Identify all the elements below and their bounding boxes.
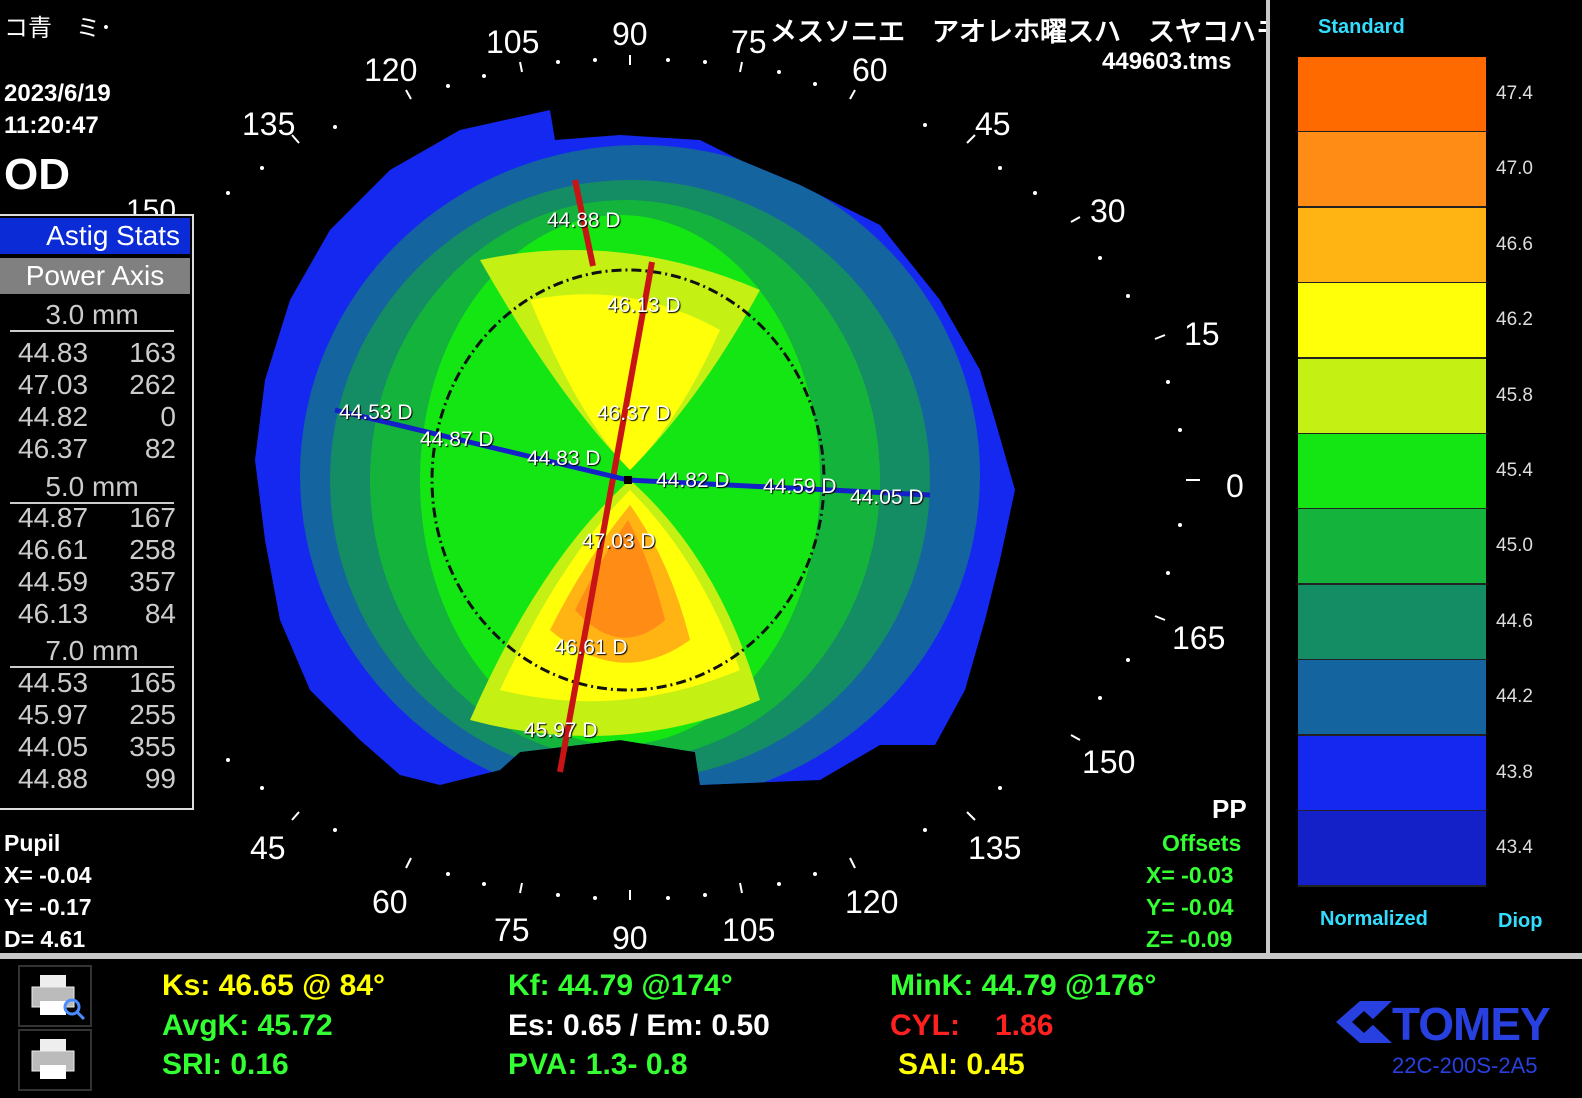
angle-label: 90 xyxy=(612,920,648,955)
scale-swatch xyxy=(1298,358,1486,435)
ks-index: Ks: 46.65 @ 84° xyxy=(162,969,386,1002)
kf-index: Kf: 44.79 @174° xyxy=(508,969,733,1002)
brand-name: TOMEY xyxy=(1392,998,1551,1050)
scale-swatch xyxy=(1298,57,1486,133)
angle-label: 135 xyxy=(968,830,1022,866)
angle-label: 60 xyxy=(852,52,888,88)
astig-stats-panel: Astig Stats Power Axis 3.0 mm 44.83 163 4… xyxy=(0,214,194,810)
pp-z: Z= -0.09 xyxy=(1146,926,1233,952)
scale-swatch xyxy=(1298,811,1486,887)
sri-index: SRI: 0.16 xyxy=(162,1048,289,1081)
scale-value: 45.0 xyxy=(1496,535,1533,557)
print-button[interactable] xyxy=(18,1029,92,1091)
es-em-index: Es: 0.65 / Em: 0.50 xyxy=(508,1009,770,1042)
color-map-regions xyxy=(255,110,1015,785)
scale-diop-label[interactable]: Diop xyxy=(1498,910,1542,933)
power-label: 46.61 D xyxy=(554,636,628,659)
angle-label: 135 xyxy=(242,106,296,142)
pp-y: Y= -0.04 xyxy=(1146,894,1234,920)
scale-value: 43.8 xyxy=(1496,761,1533,783)
angle-label: 120 xyxy=(364,52,418,88)
pupil-title: Pupil xyxy=(4,830,61,856)
tomey-logo: TOMEY xyxy=(1330,997,1560,1050)
power-label: 47.03 D xyxy=(582,530,656,553)
angle-label: 15 xyxy=(1184,316,1220,352)
pupil-d: D= 4.61 xyxy=(4,926,86,952)
angle-label: 105 xyxy=(486,24,540,60)
device-model: 22C-200S-2A5 xyxy=(1392,1053,1538,1078)
scale-swatch xyxy=(1298,660,1486,737)
scale-swatch xyxy=(1298,434,1486,510)
scale-swatch xyxy=(1298,735,1486,812)
scale-value: 45.4 xyxy=(1496,460,1533,481)
angle-label: 60 xyxy=(372,884,408,920)
scale-normalized-label[interactable]: Normalized xyxy=(1320,908,1428,931)
pupil-x: X= -0.04 xyxy=(4,862,92,888)
scale-value: 47.0 xyxy=(1496,158,1533,180)
angle-label: 75 xyxy=(494,912,530,948)
scale-value: 44.6 xyxy=(1496,610,1533,632)
angle-label: 105 xyxy=(722,912,776,948)
printer-icon xyxy=(31,1039,75,1079)
cyl-value: 1.86 xyxy=(995,1009,1054,1042)
power-label: 46.37 D xyxy=(597,402,671,425)
printer-search-icon xyxy=(31,975,86,1021)
scale-swatch xyxy=(1298,132,1486,209)
scale-standard-label[interactable]: Standard xyxy=(1318,16,1405,39)
pp-x: X= -0.03 xyxy=(1146,862,1234,888)
power-label: 44.59 D xyxy=(763,475,837,498)
power-label: 46.13 D xyxy=(607,294,681,317)
angle-label: 30 xyxy=(1090,193,1126,229)
tomey-logo-mark xyxy=(1336,1001,1392,1043)
scale-swatch xyxy=(1298,509,1486,586)
pupil-y: Y= -0.17 xyxy=(4,894,92,920)
power-label: 44.83 D xyxy=(527,447,601,470)
section-label-3mm: 3.0 mm xyxy=(10,300,174,332)
scale-value: 47.4 xyxy=(1496,83,1533,104)
print-preview-button[interactable] xyxy=(18,965,92,1027)
pva-index: PVA: 1.3- 0.8 xyxy=(508,1048,688,1081)
mink-index: MinK: 44.79 @176° xyxy=(890,969,1157,1002)
scale-value: 44.2 xyxy=(1496,686,1533,708)
power-label: 44.82 D xyxy=(656,469,730,492)
power-label: 44.53 D xyxy=(339,401,413,424)
power-label: 45.97 D xyxy=(524,719,598,742)
power-axis-header[interactable]: Power Axis xyxy=(0,258,190,294)
angle-label: 45 xyxy=(975,106,1011,142)
avgk-index: AvgK: 45.72 xyxy=(162,1009,333,1042)
section-label-5mm: 5.0 mm xyxy=(10,472,174,504)
pp-title: PP xyxy=(1212,794,1247,824)
indices-bar: Ks: 46.65 @ 84° Kf: 44.79 @174° MinK: 44… xyxy=(0,959,1582,1098)
power-label: 44.87 D xyxy=(420,428,494,451)
scale-value: 46.2 xyxy=(1496,309,1533,331)
astig-stats-title[interactable]: Astig Stats xyxy=(0,218,190,254)
angle-label: 165 xyxy=(1172,620,1226,656)
scale-swatch xyxy=(1298,283,1486,360)
angle-label: 45 xyxy=(250,830,286,866)
power-label: 44.88 D xyxy=(547,209,621,232)
angle-label: 0 xyxy=(1226,468,1244,504)
cyl-label: CYL: xyxy=(890,1009,960,1042)
angle-label: 120 xyxy=(845,884,899,920)
scale-swatch xyxy=(1298,584,1486,661)
pp-offsets-label: Offsets xyxy=(1162,830,1242,856)
section-label-7mm: 7.0 mm xyxy=(10,636,174,668)
angle-label: 75 xyxy=(731,24,767,60)
scale-value: 45.8 xyxy=(1496,384,1533,406)
center-marker xyxy=(624,476,632,484)
scale-value: 46.6 xyxy=(1496,233,1533,255)
power-label: 44.05 D xyxy=(850,486,924,509)
scale-value: 43.4 xyxy=(1496,837,1533,858)
scale-swatch xyxy=(1298,207,1486,284)
angle-label: 90 xyxy=(612,16,648,52)
topography-map-area: コ青 ミ･ メスソニエ アオレホ曜スハ スヤコハモケ籔ミミト 449603.tm… xyxy=(0,0,1268,955)
angle-label: 150 xyxy=(1082,744,1136,780)
sai-index: SAI: 0.45 xyxy=(898,1048,1025,1081)
